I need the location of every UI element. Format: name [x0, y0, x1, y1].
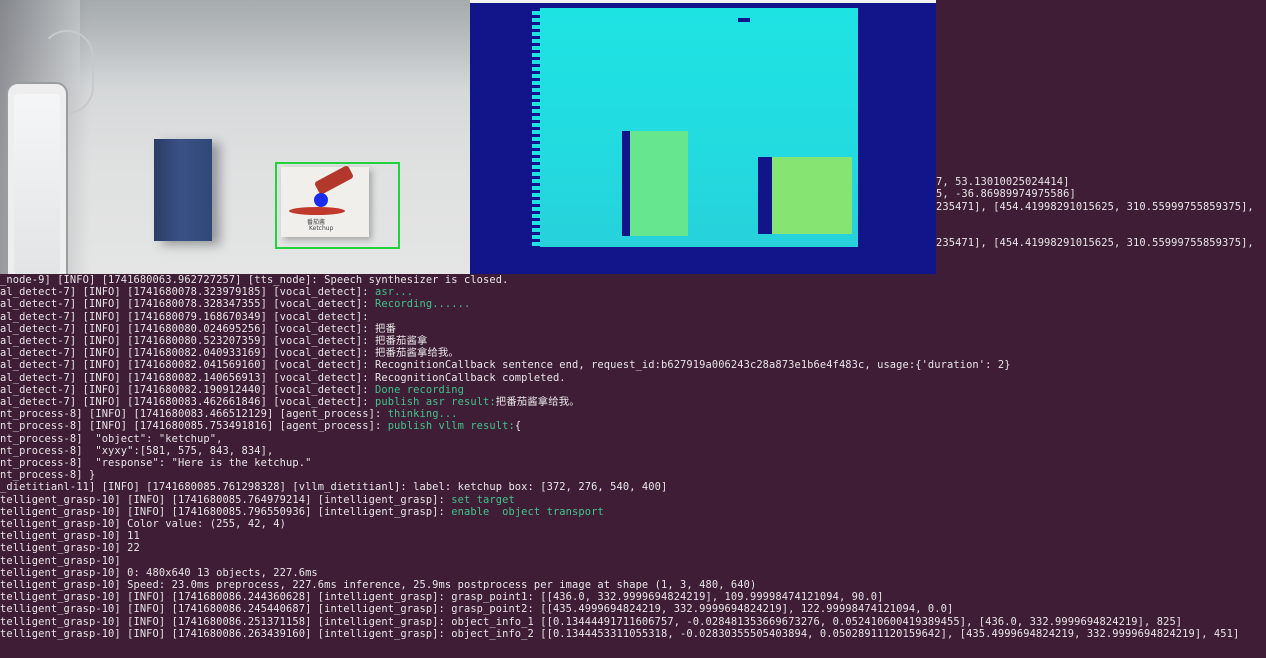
log-text: al_detect-7] [INFO] [1741680080.52320735… — [0, 335, 428, 347]
log-text: al_detect-7] [INFO] [1741680078.32397918… — [0, 286, 375, 299]
log-line: nt_process-8] [INFO] [1741680083.4665121… — [0, 408, 458, 420]
log-line: al_detect-7] [INFO] [1741680079.16867034… — [0, 311, 369, 323]
log-line: telligent_grasp-10] [INFO] [1741680085.7… — [0, 506, 604, 518]
log-line: al_detect-7] [INFO] [1741680082.04156916… — [0, 359, 1011, 371]
log-text: telligent_grasp-10] 0: 480x640 13 object… — [0, 566, 318, 579]
log-line: _dietitianl-11] [INFO] [1741680085.76129… — [0, 481, 667, 493]
log-text: telligent_grasp-10] 11 — [0, 530, 140, 543]
log-line: telligent_grasp-10] Speed: 23.0ms prepro… — [0, 579, 756, 591]
log-text: nt_process-8] [INFO] [1741680083.4665121… — [0, 408, 388, 421]
depth-edge-noise — [532, 8, 540, 247]
tablet-screen — [14, 94, 60, 274]
blue-box-object — [154, 139, 212, 241]
log-text: nt_process-8] [INFO] [1741680085.7534918… — [0, 420, 388, 433]
log-text: al_detect-7] [INFO] [1741680078.32834735… — [0, 298, 375, 311]
depth-object-box — [630, 131, 688, 236]
partial-log-line: 7, 53.13010025024414] — [936, 176, 1070, 188]
log-text: al_detect-7] [INFO] [1741680082.04093316… — [0, 347, 459, 360]
log-text: nt_process-8] "response": "Here is the k… — [0, 457, 312, 469]
depth-object-card — [772, 157, 852, 234]
log-text: telligent_grasp-10] [INFO] [1741680086.2… — [0, 591, 884, 604]
log-line: nt_process-8] "xyxy":[581, 575, 843, 834… — [0, 445, 273, 457]
log-text: publish asr result: — [375, 396, 496, 408]
log-line: _node-9] [INFO] [1741680063.962727257] [… — [0, 274, 508, 286]
log-text: telligent_grasp-10] Speed: 23.0ms prepro… — [0, 579, 757, 591]
rgb-camera-window: 番茄酱 Ketchup — [0, 0, 470, 274]
partial-log-line: 235471], [454.41998291015625, 310.559997… — [936, 237, 1254, 249]
log-line: telligent_grasp-10] — [0, 555, 121, 567]
log-text: al_detect-7] [INFO] [1741680079.16867034… — [0, 310, 369, 323]
partial-log-line: 235471], [454.41998291015625, 310.559997… — [936, 201, 1254, 213]
log-line: nt_process-8] } — [0, 469, 95, 481]
log-text: telligent_grasp-10] Color value: (255, 4… — [0, 518, 287, 530]
partial-log-line: 5, -36.86989974975586] — [936, 188, 1076, 200]
log-text: al_detect-7] [INFO] [1741680083.46266184… — [0, 396, 375, 408]
log-text: Done recording — [375, 383, 464, 396]
log-line: al_detect-7] [INFO] [1741680083.46266184… — [0, 396, 580, 408]
log-line: nt_process-8] "object": "ketchup", — [0, 433, 222, 445]
log-text: telligent_grasp-10] [INFO] [1741680086.2… — [0, 603, 954, 616]
log-text: telligent_grasp-10] [INFO] [1741680086.2… — [0, 627, 1240, 640]
log-line: al_detect-7] [INFO] [1741680082.04093316… — [0, 347, 459, 359]
log-text: telligent_grasp-10] 22 — [0, 542, 140, 555]
log-text: Recording...... — [375, 298, 471, 311]
log-text: asr... — [375, 286, 414, 299]
log-line: al_detect-7] [INFO] [1741680080.52320735… — [0, 335, 427, 347]
log-text: thinking... — [387, 408, 458, 421]
log-text: _dietitianl-11] [INFO] [1741680085.76129… — [0, 481, 668, 494]
grasp-point-marker — [314, 193, 328, 207]
tablet-device — [6, 82, 68, 274]
log-text: set target — [451, 493, 515, 506]
log-text: nt_process-8] } — [0, 469, 96, 482]
log-text: telligent_grasp-10] [INFO] [1741680085.7… — [0, 493, 452, 506]
log-text: al_detect-7] [INFO] [1741680082.14065691… — [0, 371, 566, 384]
detection-bounding-box — [275, 162, 400, 249]
log-line: telligent_grasp-10] [INFO] [1741680086.2… — [0, 591, 883, 603]
log-line: telligent_grasp-10] 22 — [0, 542, 140, 554]
log-text: al_detect-7] [INFO] [1741680082.19091244… — [0, 383, 375, 396]
log-text: telligent_grasp-10] — [0, 554, 121, 567]
log-line: telligent_grasp-10] [INFO] [1741680086.2… — [0, 603, 953, 615]
log-text: nt_process-8] "object": "ketchup", — [0, 432, 223, 445]
log-text: { — [514, 420, 522, 433]
log-line: al_detect-7] [INFO] [1741680078.32834735… — [0, 298, 470, 310]
log-line: telligent_grasp-10] 0: 480x640 13 object… — [0, 567, 318, 579]
log-line: telligent_grasp-10] 11 — [0, 530, 140, 542]
log-line: nt_process-8] [INFO] [1741680085.7534918… — [0, 420, 521, 432]
log-line: telligent_grasp-10] [INFO] [1741680086.2… — [0, 616, 1182, 628]
log-text: nt_process-8] "xyxy":[581, 575, 843, 834… — [0, 444, 274, 457]
log-line: telligent_grasp-10] Color value: (255, 4… — [0, 518, 286, 530]
depth-gap — [738, 18, 750, 22]
log-text: al_detect-7] [INFO] [1741680082.04156916… — [0, 359, 1011, 372]
log-line: telligent_grasp-10] [INFO] [1741680085.7… — [0, 494, 515, 506]
log-text: enable object transport — [451, 505, 604, 518]
log-text: publish vllm result: — [387, 420, 515, 433]
log-text: telligent_grasp-10] [INFO] [1741680086.2… — [0, 615, 1183, 628]
log-text: al_detect-7] [INFO] [1741680080.02469525… — [0, 322, 396, 335]
log-line: al_detect-7] [INFO] [1741680082.14065691… — [0, 372, 566, 384]
log-line: al_detect-7] [INFO] [1741680078.32397918… — [0, 286, 413, 298]
depth-window-titlebar — [470, 0, 936, 3]
log-text: 把番茄酱拿给我。 — [495, 396, 580, 408]
log-text: _node-9] [INFO] [1741680063.962727257] [… — [0, 274, 509, 286]
log-line: al_detect-7] [INFO] [1741680080.02469525… — [0, 323, 396, 335]
depth-map-window — [470, 0, 936, 274]
log-line: nt_process-8] "response": "Here is the k… — [0, 457, 311, 469]
log-line: telligent_grasp-10] [INFO] [1741680086.2… — [0, 628, 1239, 640]
log-line: al_detect-7] [INFO] [1741680082.19091244… — [0, 384, 464, 396]
log-text: telligent_grasp-10] [INFO] [1741680085.7… — [0, 505, 452, 518]
